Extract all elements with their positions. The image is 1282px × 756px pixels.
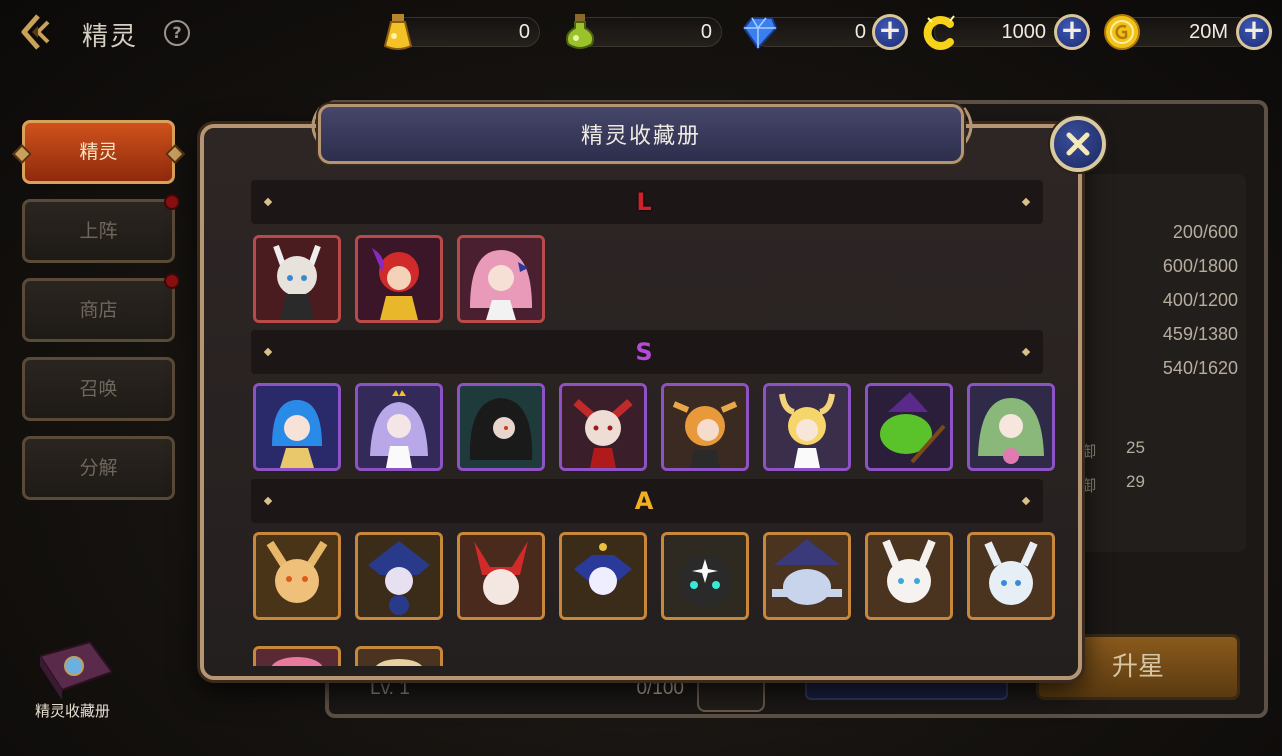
book-icon	[38, 640, 114, 700]
spirit-card[interactable]	[661, 532, 749, 620]
stat-label: 御	[1080, 476, 1097, 495]
title-ornament-icon	[962, 107, 973, 145]
yellow-potion-icon	[378, 12, 418, 52]
resource-green-potion: 0	[560, 14, 722, 50]
page-title: 精灵	[82, 22, 139, 52]
green-potion-icon	[560, 12, 600, 52]
spirit-card[interactable]	[967, 532, 1055, 620]
close-icon	[1066, 132, 1090, 156]
grade-letter-S: S	[635, 338, 653, 366]
spirit-card[interactable]	[559, 383, 647, 471]
close-button[interactable]	[1050, 116, 1106, 172]
sidebar-item-decompose[interactable]: 分解	[22, 436, 175, 500]
stat-value: 400/1200	[1162, 290, 1238, 310]
resource-blue-gem: 0 +	[738, 14, 914, 50]
modal-title: 精灵收藏册	[580, 124, 701, 149]
c-coin-value: 1000	[1001, 21, 1047, 43]
diamond-ornament-icon	[12, 144, 32, 164]
spirit-card[interactable]	[355, 532, 443, 620]
stat-value: 459/1380	[1162, 324, 1238, 344]
spirit-card[interactable]	[355, 646, 443, 666]
spirit-card[interactable]	[355, 235, 443, 323]
sidebar-item-shop[interactable]: 商店	[22, 273, 180, 342]
blue-gem-value: 0	[854, 21, 866, 43]
spirit-card[interactable]	[763, 532, 851, 620]
diamond-ornament-icon	[165, 144, 185, 164]
sidebar-item-summon[interactable]: 召唤	[22, 357, 175, 421]
stat-value: 200/600	[1172, 222, 1238, 242]
spirit-card[interactable]	[253, 383, 341, 471]
gold-coin-icon	[1102, 12, 1142, 52]
spirit-card[interactable]	[457, 532, 545, 620]
yellow-potion-value: 0	[518, 21, 530, 43]
c-coin-icon	[920, 12, 960, 52]
add-gold-button[interactable]: +	[1236, 14, 1272, 50]
exp-text: 0/100	[636, 678, 684, 699]
spirit-card[interactable]	[763, 383, 851, 471]
sidebar-item-spirit[interactable]: 精灵	[12, 120, 185, 184]
spirit-card[interactable]	[865, 383, 953, 471]
gold-coin-value: 20M	[1189, 21, 1228, 43]
stat-number: 29	[1126, 472, 1145, 491]
resource-c-coin: 1000 +	[920, 14, 1094, 50]
collection-book-button[interactable]	[0, 636, 145, 736]
spirit-card[interactable]	[253, 646, 341, 666]
top-bar: 精灵 ? 0 0 0 + 1000 + 20M +	[0, 0, 1282, 64]
help-icon[interactable]: ?	[164, 20, 190, 46]
stat-value: 600/1800	[1162, 256, 1238, 276]
resource-gold-coin: 20M +	[1102, 14, 1276, 50]
spirit-card[interactable]	[661, 383, 749, 471]
sidebar-item-label: 分解	[79, 457, 118, 479]
back-arrow-icon[interactable]	[18, 12, 60, 52]
blue-gem-icon	[738, 12, 778, 52]
sidebar-item-label: 精灵	[79, 141, 118, 163]
sidebar-item-label: 上阵	[79, 220, 118, 242]
resource-yellow-potion: 0	[378, 14, 540, 50]
spirit-card[interactable]	[559, 532, 647, 620]
stat-label: 御	[1080, 442, 1097, 461]
stat-number: 25	[1126, 438, 1145, 457]
level-text: Lv. 1	[370, 678, 410, 699]
sidebar-item-label: 商店	[79, 299, 118, 321]
add-c-coin-button[interactable]: +	[1054, 14, 1090, 50]
add-gem-button[interactable]: +	[872, 14, 908, 50]
spirit-card[interactable]	[253, 235, 341, 323]
notification-dot	[164, 194, 180, 210]
notification-dot	[164, 273, 180, 289]
sidebar-item-deploy[interactable]: 上阵	[22, 194, 180, 263]
spirit-card[interactable]	[355, 383, 443, 471]
green-potion-value: 0	[700, 21, 712, 43]
stat-value: 540/1620	[1162, 358, 1238, 378]
spirit-card[interactable]	[253, 532, 341, 620]
sidebar-item-label: 召唤	[79, 378, 118, 400]
spirit-card[interactable]	[865, 532, 953, 620]
grade-letter-A: A	[634, 487, 654, 515]
spirit-card[interactable]	[457, 383, 545, 471]
spirit-card[interactable]	[967, 383, 1055, 471]
collection-book-label: 精灵收藏册	[34, 702, 110, 720]
grade-letter-L: L	[636, 188, 652, 216]
spirit-card[interactable]	[457, 235, 545, 323]
